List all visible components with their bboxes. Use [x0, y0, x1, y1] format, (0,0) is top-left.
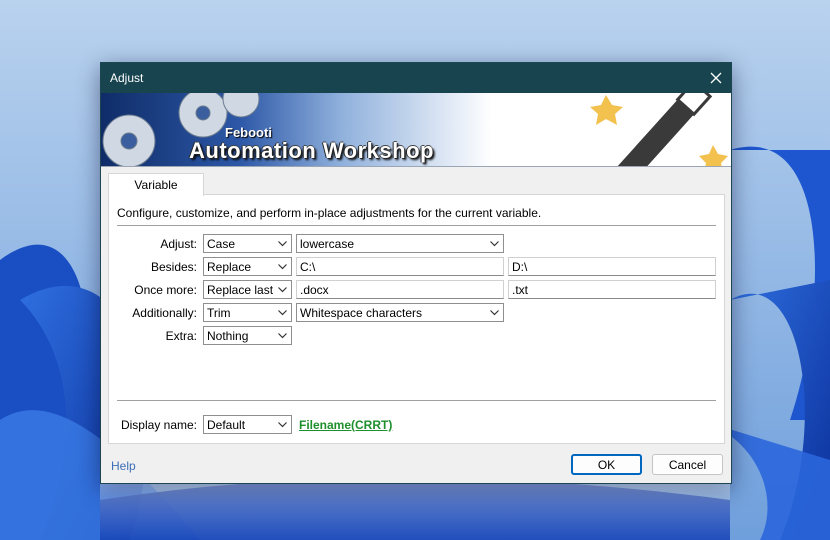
adjust-dialog: Adjust Febooti Automation Workshop Varia…	[100, 62, 732, 484]
chevron-down-icon	[273, 286, 291, 293]
additionally-label: Additionally:	[132, 306, 197, 320]
once-more-label: Once more:	[134, 283, 197, 297]
window-title: Adjust	[110, 71, 144, 85]
besides-replace-field[interactable]: D:\	[508, 257, 716, 276]
additionally-mode-select[interactable]: Trim	[203, 303, 292, 322]
title-bar[interactable]: Adjust	[101, 63, 731, 93]
close-icon	[710, 72, 722, 84]
close-button[interactable]	[701, 63, 731, 93]
besides-replace-value: D:\	[512, 259, 528, 274]
display-name-mode-value: Default	[207, 417, 246, 432]
top-divider	[117, 225, 716, 226]
ok-button[interactable]: OK	[571, 454, 642, 475]
chevron-down-icon	[273, 332, 291, 339]
adjust-mode-select[interactable]: Case	[203, 234, 292, 253]
display-name-preview-link[interactable]: Filename(CRRT)	[299, 418, 392, 432]
chevron-down-icon	[273, 240, 291, 247]
additionally-value: Whitespace characters	[300, 305, 423, 320]
cancel-button[interactable]: Cancel	[652, 454, 723, 475]
chevron-down-icon	[273, 309, 291, 316]
additionally-value-select[interactable]: Whitespace characters	[296, 303, 504, 322]
besides-find-field[interactable]: C:\	[296, 257, 504, 276]
adjust-mode-value: Case	[207, 236, 236, 251]
panel-description: Configure, customize, and perform in-pla…	[117, 206, 542, 220]
once-more-find-value: .docx	[300, 282, 329, 297]
display-name-label: Display name:	[120, 418, 197, 432]
besides-mode-select[interactable]: Replace	[203, 257, 292, 276]
display-name-select[interactable]: Default	[203, 415, 292, 434]
besides-label: Besides:	[150, 260, 197, 274]
once-more-mode-value: Replace last	[207, 282, 273, 297]
besides-mode-value: Replace	[207, 259, 252, 274]
adjust-value-select[interactable]: lowercase	[296, 234, 504, 253]
tab-variable[interactable]: Variable	[108, 173, 204, 196]
extra-mode-value: Nothing	[207, 328, 249, 343]
chevron-down-icon	[485, 240, 503, 247]
tab-label: Variable	[134, 178, 178, 192]
besides-find-value: C:\	[300, 259, 316, 274]
cancel-button-label: Cancel	[668, 457, 707, 472]
brand-title: Automation Workshop	[189, 138, 434, 163]
once-more-replace-field[interactable]: .txt	[508, 280, 716, 299]
once-more-find-field[interactable]: .docx	[296, 280, 504, 299]
once-more-replace-value: .txt	[512, 282, 529, 297]
chevron-down-icon	[273, 263, 291, 270]
chevron-down-icon	[485, 309, 503, 316]
once-more-mode-select[interactable]: Replace last	[203, 280, 292, 299]
adjust-label: Adjust:	[160, 237, 197, 251]
help-link[interactable]: Help	[111, 459, 136, 473]
extra-mode-select[interactable]: Nothing	[203, 326, 292, 345]
bottom-divider	[117, 400, 716, 401]
adjust-value: lowercase	[300, 236, 355, 251]
extra-label: Extra:	[165, 329, 197, 343]
variable-panel: Configure, customize, and perform in-pla…	[108, 194, 725, 444]
additionally-mode-value: Trim	[207, 305, 231, 320]
ok-button-label: OK	[597, 457, 616, 472]
product-banner: Febooti Automation Workshop	[101, 93, 731, 167]
chevron-down-icon	[273, 421, 291, 428]
